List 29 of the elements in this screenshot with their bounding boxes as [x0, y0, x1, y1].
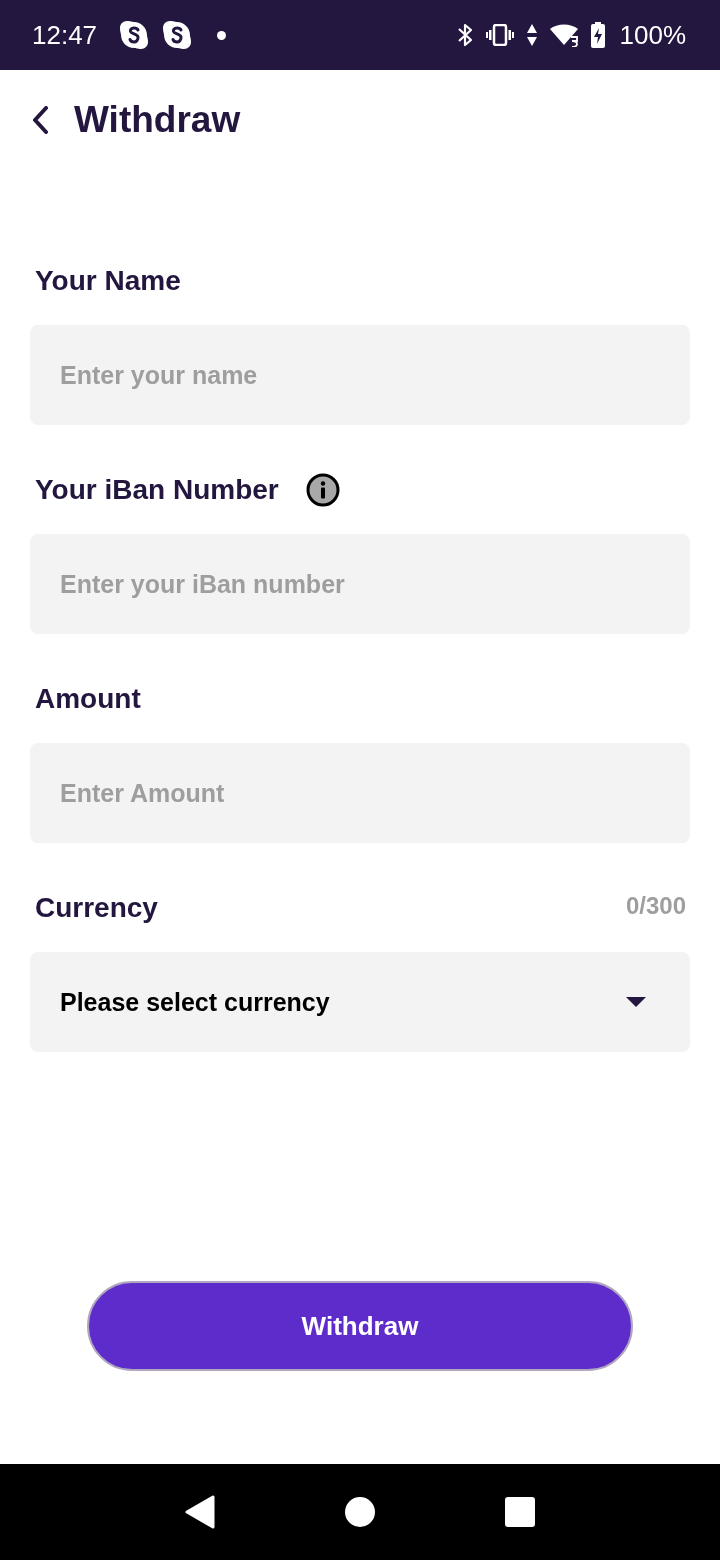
- wifi-icon: [549, 23, 578, 47]
- battery-charging-icon: [590, 22, 605, 48]
- input-field[interactable]: Enter your name: [30, 325, 690, 425]
- data-arrows-icon: [526, 24, 537, 46]
- field-label: Amount: [35, 683, 141, 715]
- status-time: 12:47: [32, 19, 98, 51]
- info-icon[interactable]: [305, 473, 340, 507]
- bluetooth-icon: [456, 23, 473, 47]
- withdraw-button[interactable]: Withdraw: [87, 1281, 633, 1371]
- battery-percent: 100%: [619, 19, 686, 51]
- input-field[interactable]: Enter your iBan number: [30, 534, 690, 634]
- field-label: Currency: [35, 892, 158, 924]
- s-badge-icon: [119, 20, 150, 50]
- character-counter: 0/300: [625, 892, 686, 920]
- vibrate-icon: [485, 24, 514, 46]
- dot-icon: [217, 30, 227, 40]
- caret-icon: [626, 997, 646, 1007]
- back-icon: [31, 106, 49, 134]
- input-field[interactable]: Enter Amount: [30, 743, 690, 843]
- page-title: Withdraw: [74, 99, 241, 141]
- home-circle-icon: [345, 1497, 375, 1527]
- nav-home-button[interactable]: [345, 1497, 375, 1527]
- currency-dropdown[interactable]: Please select currency: [30, 952, 690, 1052]
- field-label: Your Name: [35, 265, 181, 297]
- field-label: Your iBan Number: [35, 474, 279, 506]
- nav-back-button[interactable]: [185, 1495, 215, 1529]
- s-badge-icon: [162, 20, 193, 50]
- recents-square-icon: [505, 1497, 535, 1527]
- back-triangle-icon: [185, 1495, 215, 1529]
